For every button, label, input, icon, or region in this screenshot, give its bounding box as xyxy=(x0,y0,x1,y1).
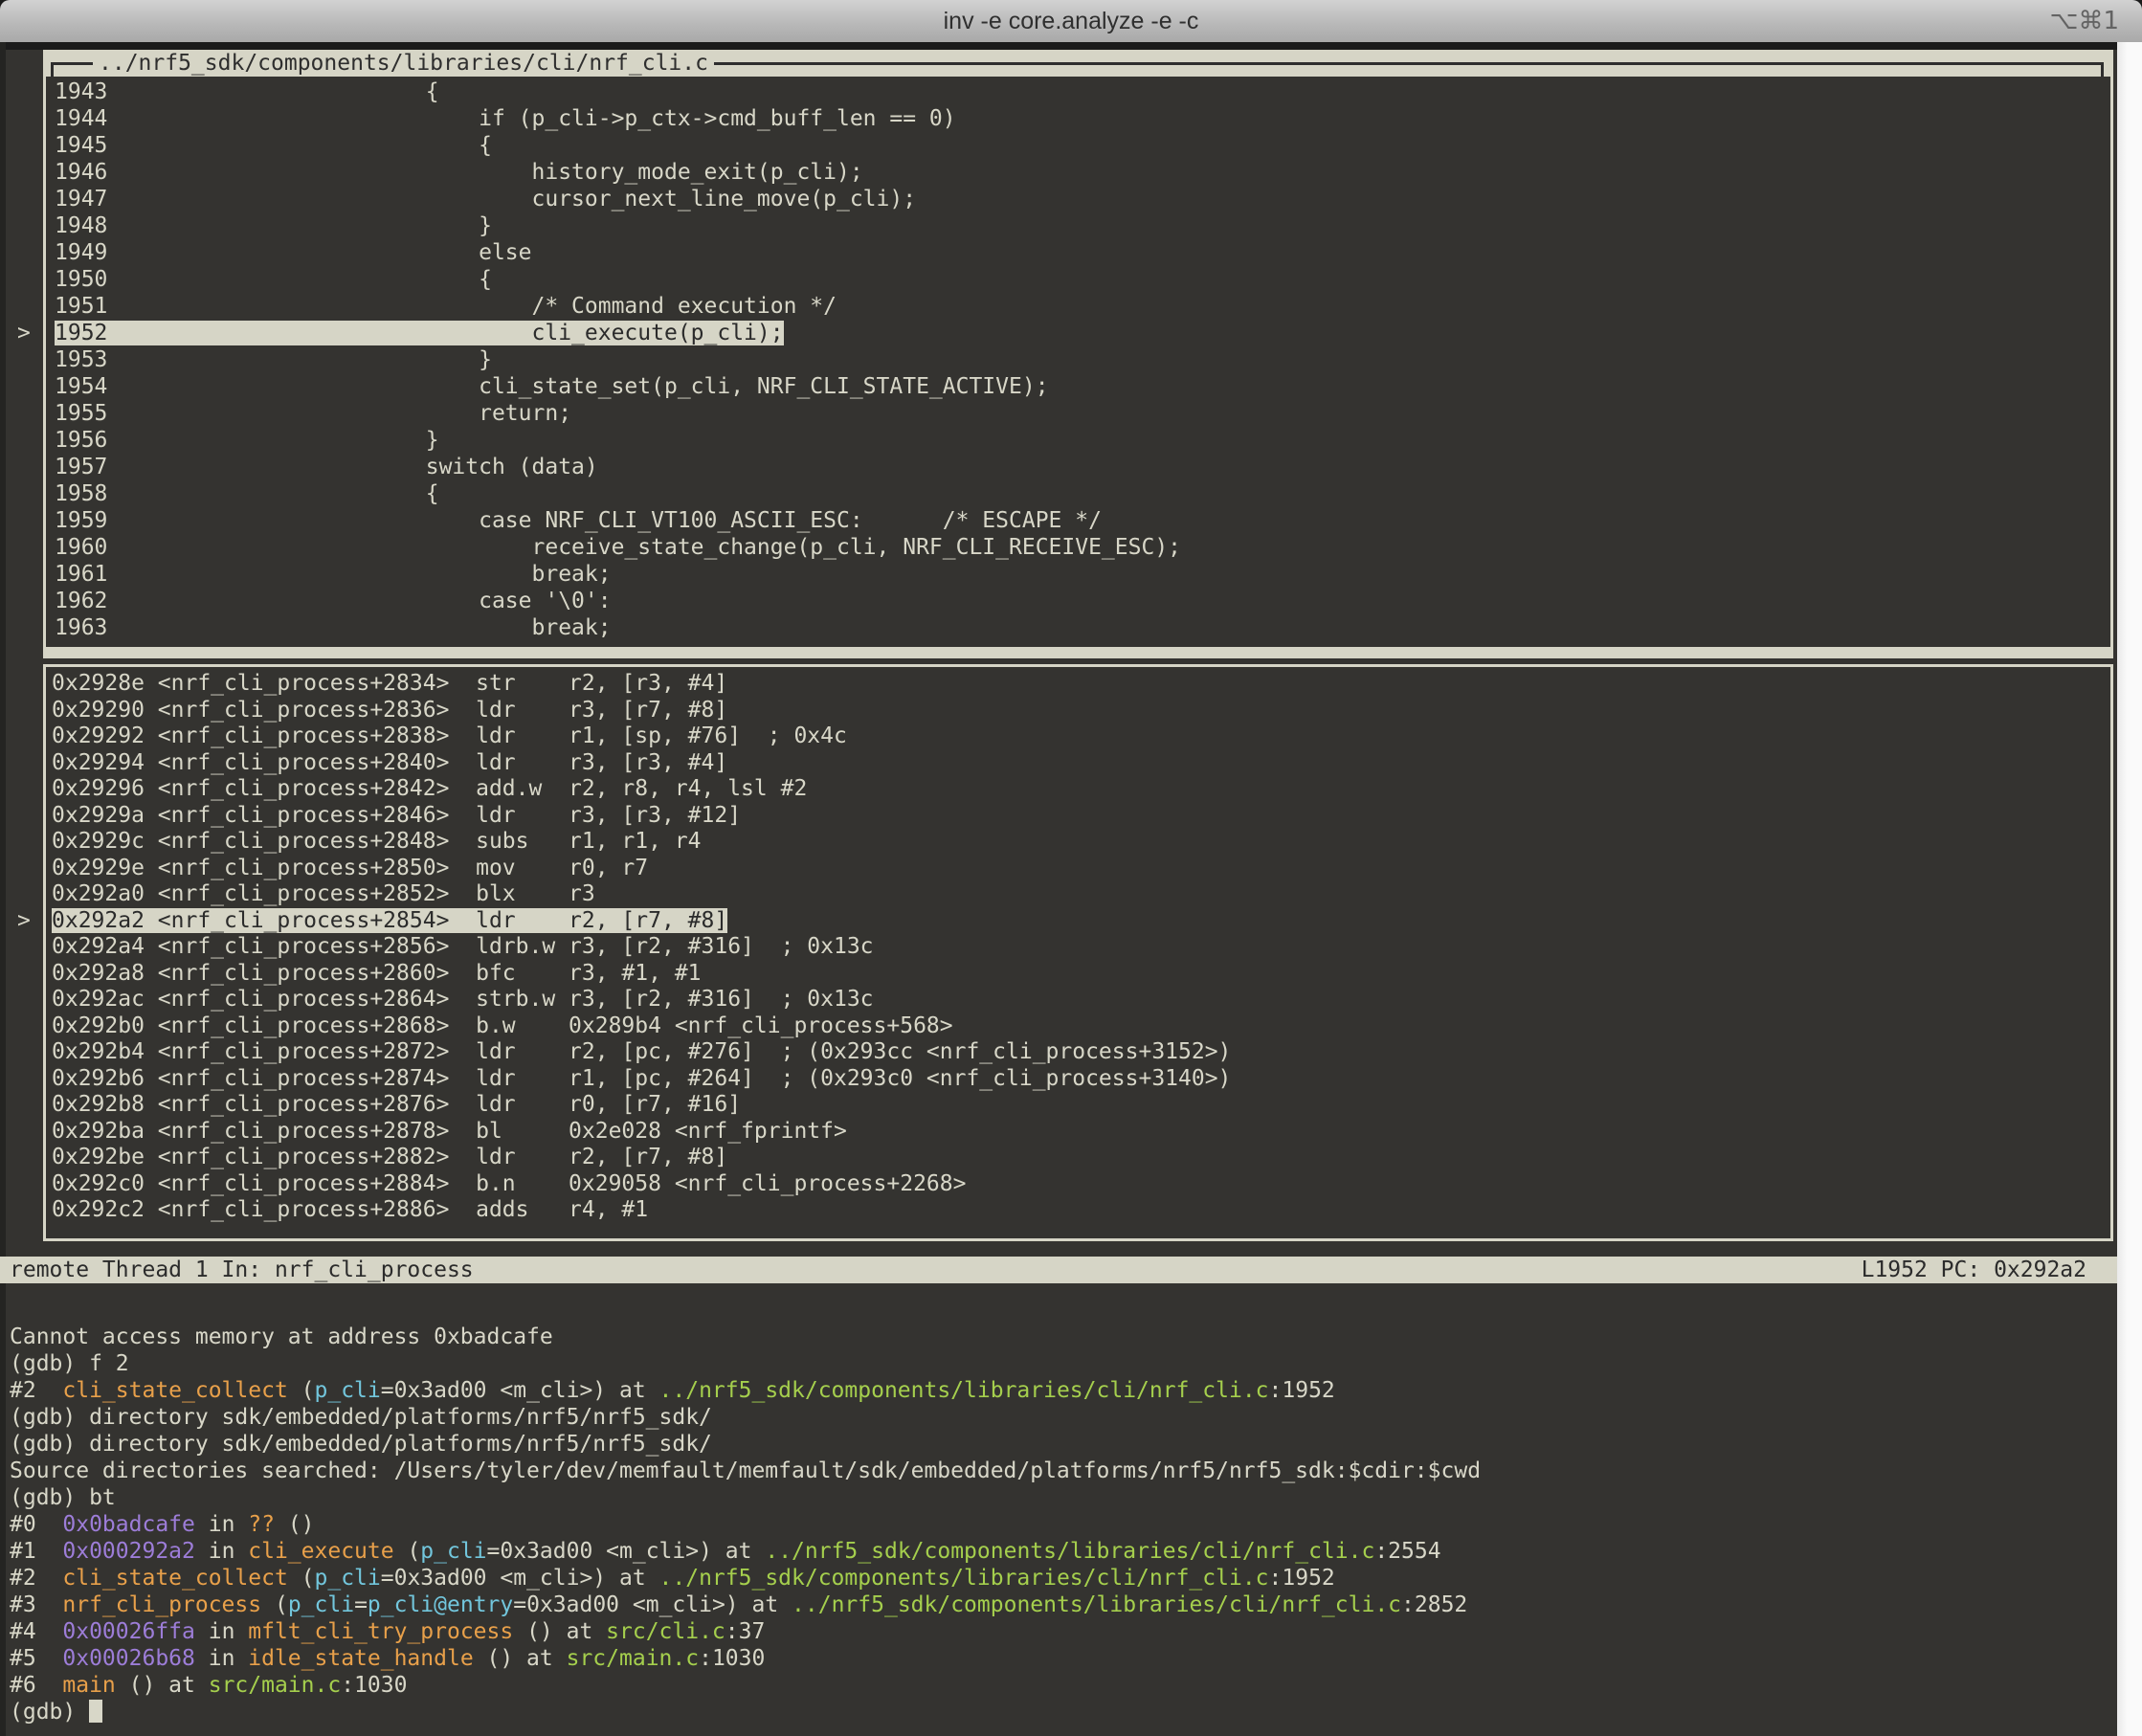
source-line: 1945 { xyxy=(55,132,2105,159)
window-title: inv -e core.analyze -e -c xyxy=(0,0,2142,42)
disasm-line: 0x292b0 <nrf_cli_process+2868> b.w 0x289… xyxy=(52,1013,2105,1040)
source-window-border-corner-right xyxy=(2101,62,2104,77)
source-line: 1953 } xyxy=(55,346,2105,373)
console-line: #6 main () at src/main.c:1030 xyxy=(10,1672,2104,1699)
source-line: 1948 } xyxy=(55,212,2105,239)
source-line: 1944 if (p_cli->p_ctx->cmd_buff_len == 0… xyxy=(55,105,2105,132)
source-line: 1963 break; xyxy=(55,614,2105,641)
source-line: 1949 else xyxy=(55,239,2105,266)
status-thread-info: remote Thread 1 In: nrf_cli_process xyxy=(10,1257,474,1283)
source-line: 1955 return; xyxy=(55,400,2105,427)
terminal-top-edge xyxy=(0,42,2142,50)
source-window: ../nrf5_sdk/components/libraries/cli/nrf… xyxy=(43,50,2113,658)
console-line: Source directories searched: /Users/tyle… xyxy=(10,1458,2104,1484)
disasm-line: 0x29294 <nrf_cli_process+2840> ldr r3, [… xyxy=(52,750,2105,777)
source-line: 1958 { xyxy=(55,480,2105,507)
console-line: (gdb) directory sdk/embedded/platforms/n… xyxy=(10,1404,2104,1431)
status-bar: remote Thread 1 In: nrf_cli_process L195… xyxy=(0,1257,2117,1283)
disasm-line: 0x292b8 <nrf_cli_process+2876> ldr r0, [… xyxy=(52,1092,2105,1119)
console-line: #5 0x00026b68 in idle_state_handle () at… xyxy=(10,1645,2104,1672)
disasm-line: 0x2929c <nrf_cli_process+2848> subs r1, … xyxy=(52,829,2105,856)
source-code-lines: 1943 {1944 if (p_cli->p_ctx->cmd_buff_le… xyxy=(55,78,2105,641)
source-line: 1961 break; xyxy=(55,561,2105,588)
source-line: 1962 case '\0': xyxy=(55,588,2105,614)
console-line: (gdb) bt xyxy=(10,1484,2104,1511)
disassembly-window: 0x2928e <nrf_cli_process+2834> str r2, [… xyxy=(43,664,2113,1241)
console-line: #4 0x00026ffa in mflt_cli_try_process ()… xyxy=(10,1618,2104,1645)
source-line: 1957 switch (data) xyxy=(55,454,2105,480)
source-line-current: 1952 cli_execute(p_cli); xyxy=(55,320,2105,346)
console-line: #0 0x0badcafe in ?? () xyxy=(10,1511,2104,1538)
source-file-title: ../nrf5_sdk/components/libraries/cli/nrf… xyxy=(93,50,714,77)
status-line-pc: L1952 PC: 0x292a2 xyxy=(1862,1257,2086,1283)
disasm-line: 0x292ba <nrf_cli_process+2878> bl 0x2e02… xyxy=(52,1119,2105,1146)
tab-shortcut-badge: ⌥⌘1 xyxy=(2049,0,2119,42)
source-line: 1951 /* Command execution */ xyxy=(55,293,2105,320)
disasm-line: 0x292b4 <nrf_cli_process+2872> ldr r2, [… xyxy=(52,1039,2105,1066)
source-line: 1950 { xyxy=(55,266,2105,293)
disasm-line: 0x292b6 <nrf_cli_process+2874> ldr r1, [… xyxy=(52,1066,2105,1093)
terminal-left-edge xyxy=(0,42,6,1736)
console-line: #3 nrf_cli_process (p_cli=p_cli@entry=0x… xyxy=(10,1591,2104,1618)
disasm-line: 0x292c0 <nrf_cli_process+2884> b.n 0x290… xyxy=(52,1171,2105,1198)
console-line: #2 cli_state_collect (p_cli=0x3ad00 <m_c… xyxy=(10,1565,2104,1591)
disasm-line: 0x292a4 <nrf_cli_process+2856> ldrb.w r3… xyxy=(52,934,2105,961)
disasm-line: 0x29296 <nrf_cli_process+2842> add.w r2,… xyxy=(52,776,2105,803)
disasm-line: 0x292a0 <nrf_cli_process+2852> blx r3 xyxy=(52,881,2105,908)
gdb-console[interactable]: Cannot access memory at address 0xbadcaf… xyxy=(10,1324,2104,1725)
disasm-line-current: 0x292a2 <nrf_cli_process+2854> ldr r2, [… xyxy=(52,908,2105,935)
source-line: 1960 receive_state_change(p_cli, NRF_CLI… xyxy=(55,534,2105,561)
disasm-line: 0x2929a <nrf_cli_process+2846> ldr r3, [… xyxy=(52,803,2105,830)
source-line: 1943 { xyxy=(55,78,2105,105)
console-line: Cannot access memory at address 0xbadcaf… xyxy=(10,1324,2104,1350)
source-current-line-marker: > xyxy=(17,320,40,346)
disasm-line: 0x2928e <nrf_cli_process+2834> str r2, [… xyxy=(52,671,2105,698)
text-cursor xyxy=(89,1700,102,1723)
source-line: 1947 cursor_next_line_move(p_cli); xyxy=(55,186,2105,212)
disasm-line: 0x2929e <nrf_cli_process+2850> mov r0, r… xyxy=(52,856,2105,882)
window-titlebar[interactable]: inv -e core.analyze -e -c ⌥⌘1 xyxy=(0,0,2142,43)
console-line: #2 cli_state_collect (p_cli=0x3ad00 <m_c… xyxy=(10,1377,2104,1404)
terminal: ../nrf5_sdk/components/libraries/cli/nrf… xyxy=(0,42,2142,1736)
disassembly-lines: 0x2928e <nrf_cli_process+2834> str r2, [… xyxy=(52,671,2105,1224)
console-line: (gdb) f 2 xyxy=(10,1350,2104,1377)
gdb-prompt-line[interactable]: (gdb) xyxy=(10,1699,2104,1725)
disasm-line: 0x29290 <nrf_cli_process+2836> ldr r3, [… xyxy=(52,698,2105,724)
disasm-line: 0x292ac <nrf_cli_process+2864> strb.w r3… xyxy=(52,987,2105,1013)
source-line: 1956 } xyxy=(55,427,2105,454)
disasm-current-line-marker: > xyxy=(17,907,40,934)
disasm-line: 0x29292 <nrf_cli_process+2838> ldr r1, [… xyxy=(52,723,2105,750)
console-line: (gdb) directory sdk/embedded/platforms/n… xyxy=(10,1431,2104,1458)
disasm-line: 0x292a8 <nrf_cli_process+2860> bfc r3, #… xyxy=(52,961,2105,988)
source-line: 1954 cli_state_set(p_cli, NRF_CLI_STATE_… xyxy=(55,373,2105,400)
source-window-border-corner-left xyxy=(51,62,54,77)
source-line: 1959 case NRF_CLI_VT100_ASCII_ESC: /* ES… xyxy=(55,507,2105,534)
disasm-line: 0x292be <nrf_cli_process+2882> ldr r2, [… xyxy=(52,1145,2105,1171)
disasm-line: 0x292c2 <nrf_cli_process+2886> adds r4, … xyxy=(52,1197,2105,1224)
console-line: #1 0x000292a2 in cli_execute (p_cli=0x3a… xyxy=(10,1538,2104,1565)
scrollbar-track[interactable] xyxy=(2117,42,2142,1736)
source-window-bottom-border xyxy=(43,647,2113,658)
source-line: 1946 history_mode_exit(p_cli); xyxy=(55,159,2105,186)
source-window-titlebar: ../nrf5_sdk/components/libraries/cli/nrf… xyxy=(43,50,2113,77)
